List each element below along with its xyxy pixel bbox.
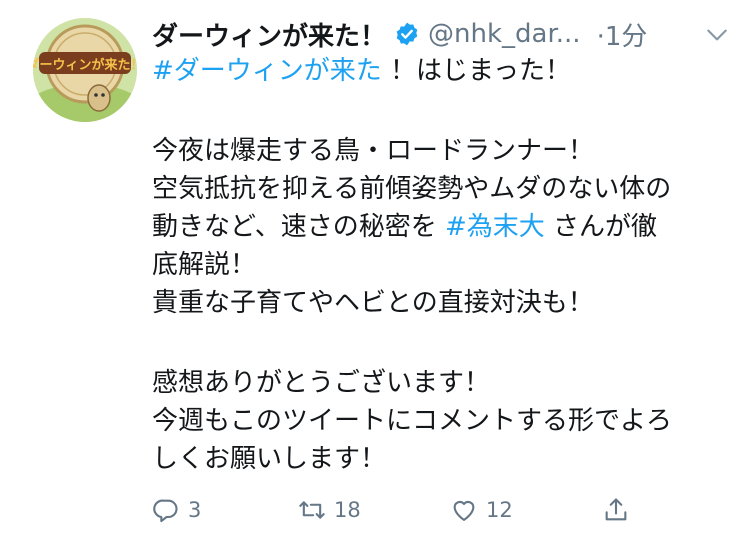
hashtag-link[interactable]: #ダーウィンが来た	[152, 56, 382, 86]
tweet-actions: 3 18 12	[152, 492, 652, 528]
tweet-line	[152, 322, 722, 364]
retweet-count: 18	[334, 498, 361, 522]
share-button[interactable]	[602, 492, 638, 528]
like-count: 12	[486, 498, 513, 522]
share-icon	[605, 498, 627, 521]
verified-badge-icon	[396, 22, 418, 46]
tweet-line: 底解説！	[152, 250, 257, 280]
tweet-line: 感想ありがとうございます！	[152, 368, 491, 398]
like-button[interactable]: 12	[450, 492, 513, 528]
tweet-line: #ダーウィンが来た ！はじまった！	[152, 52, 722, 90]
hashtag-link[interactable]: #為末大	[445, 212, 545, 242]
display-name[interactable]: ダーウィンが来た！	[152, 16, 386, 53]
tweet[interactable]: ダーウィンが来た！ ダーウィンが来た！ @nhk_dar... ·1分 #ダーウ…	[0, 0, 750, 540]
tweet-text: ！はじまった！	[381, 56, 572, 86]
reply-icon	[153, 499, 178, 523]
avatar-logo-image: ダーウィンが来た！	[33, 18, 137, 122]
reply-count: 3	[188, 498, 202, 522]
retweet-icon	[299, 501, 325, 519]
tweet-body: #ダーウィンが来た ！はじまった！ 今夜は爆走する鳥・ロードランナー！ 空気抵抗…	[152, 52, 722, 478]
tweet-line: しくお願いします！	[152, 444, 387, 474]
tweet-header: ダーウィンが来た！ @nhk_dar... ·1分	[152, 14, 732, 54]
avatar[interactable]: ダーウィンが来た！	[33, 18, 137, 122]
chevron-down-icon[interactable]	[704, 22, 730, 48]
tweet-text: さんが徹	[544, 212, 658, 242]
tweet-line: 動きなど、速さの秘密を #為末大 さんが徹	[152, 208, 722, 246]
retweet-button[interactable]: 18	[298, 492, 361, 528]
like-icon	[453, 500, 475, 521]
tweet-line: 今週もこのツイートにコメントする形でよろ	[152, 406, 673, 436]
timestamp[interactable]: ·1分	[597, 16, 648, 53]
reply-button[interactable]: 3	[152, 492, 201, 528]
tweet-line	[152, 90, 722, 132]
tweet-line: 今夜は爆走する鳥・ロードランナー！	[152, 136, 595, 166]
tweet-text: 動きなど、速さの秘密を	[152, 212, 445, 242]
user-handle[interactable]: @nhk_dar...	[428, 19, 581, 49]
avatar-logo-text: ダーウィンが来た！	[33, 57, 137, 73]
tweet-line: 貴重な子育てやヘビとの直接対決も！	[152, 288, 594, 318]
tweet-line: 空気抵抗を抑える前傾姿勢やムダのない体の	[152, 174, 672, 204]
